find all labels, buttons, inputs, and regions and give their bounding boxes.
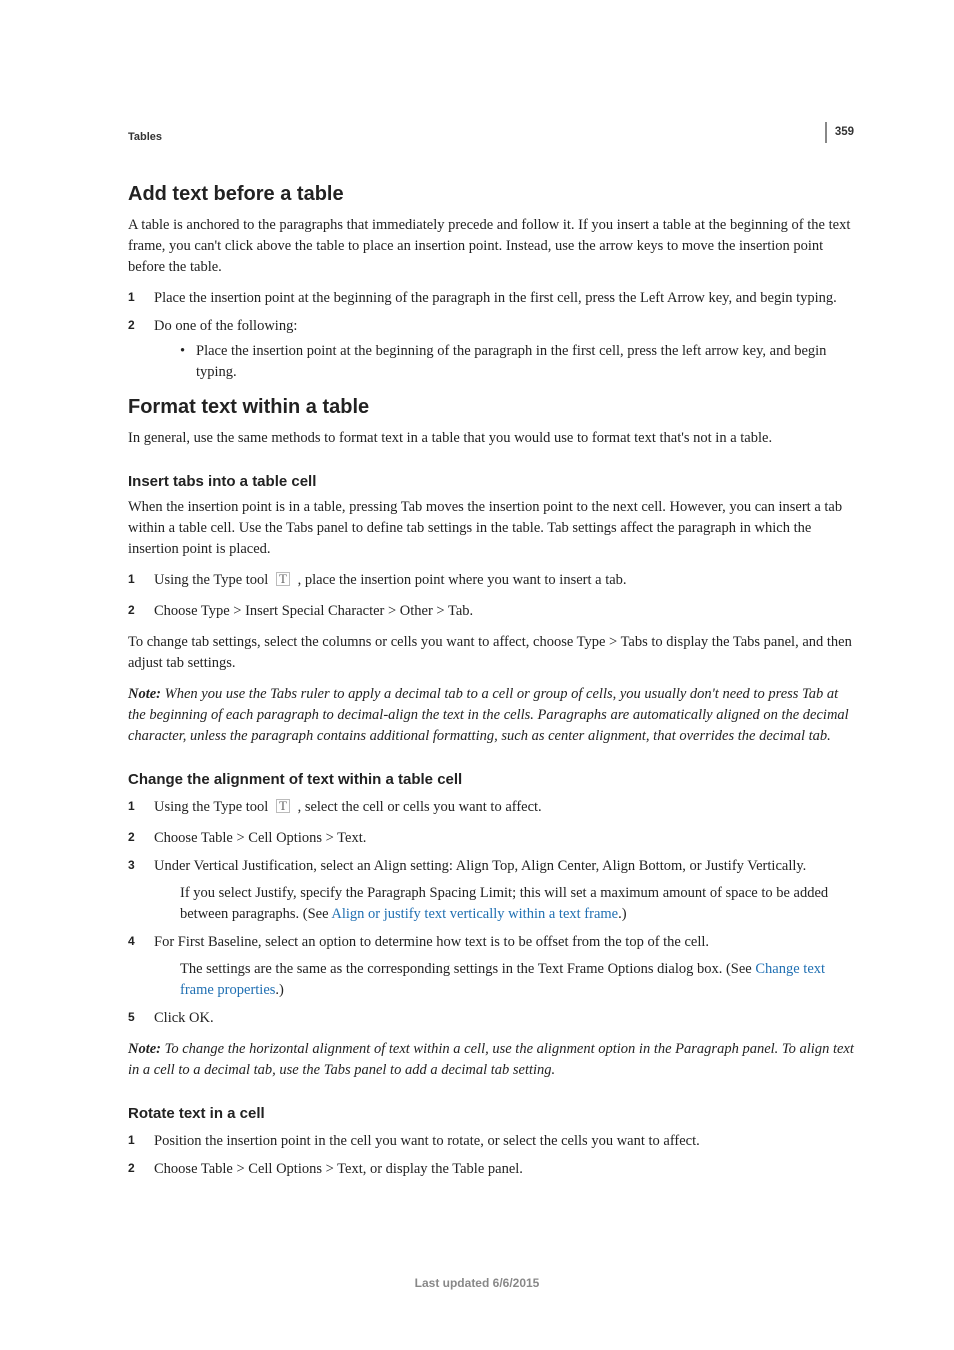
sub-bullets: Place the insertion point at the beginni… — [180, 341, 854, 383]
body-text: In general, use the same methods to form… — [128, 428, 854, 449]
step-item: 5 Click OK. — [128, 1008, 854, 1029]
heading-change-alignment: Change the alignment of text within a ta… — [128, 769, 854, 791]
body-text: When the insertion point is in a table, … — [128, 497, 854, 560]
heading-format-text-within-table: Format text within a table — [128, 393, 854, 422]
step-item: 4 For First Baseline, select an option to… — [128, 932, 854, 1001]
step-body: If you select Justify, specify the Parag… — [180, 883, 854, 925]
step-item: 2 Choose Type > Insert Special Character … — [128, 601, 854, 622]
note-label: Note: — [128, 1041, 165, 1057]
step-text: Choose Table > Cell Options > Text, or d… — [154, 1161, 523, 1177]
body-text: To change tab settings, select the colum… — [128, 632, 854, 674]
step-number: 2 — [128, 317, 135, 334]
step-item: 2 Choose Table > Cell Options > Text. — [128, 828, 854, 849]
step-number: 1 — [128, 1132, 135, 1149]
step-number: 1 — [128, 571, 135, 588]
step-number: 4 — [128, 933, 135, 950]
step-number: 3 — [128, 857, 135, 874]
heading-rotate-text: Rotate text in a cell — [128, 1103, 854, 1125]
note-label: Note: — [128, 686, 165, 702]
svg-text:T: T — [279, 571, 287, 586]
page-number: 359 — [825, 122, 854, 143]
step-item: 1 Using the Type tool T , select the cell… — [128, 797, 854, 821]
step-item: 2 Do one of the following: Place the inse… — [128, 316, 854, 383]
step-text: , place the insertion point where you wa… — [294, 572, 627, 588]
type-tool-icon: T — [275, 798, 291, 821]
step-text: , select the cell or cells you want to a… — [294, 799, 542, 815]
step-number: 1 — [128, 289, 135, 306]
ordered-steps: 1 Position the insertion point in the cel… — [128, 1131, 854, 1180]
step-number: 1 — [128, 798, 135, 815]
step-number: 2 — [128, 829, 135, 846]
step-item: 1 Place the insertion point at the beginn… — [128, 288, 854, 309]
step-number: 2 — [128, 602, 135, 619]
ordered-steps: 1 Place the insertion point at the beginn… — [128, 288, 854, 383]
step-text: Choose Type > Insert Special Character >… — [154, 603, 473, 619]
svg-text:T: T — [279, 798, 287, 813]
breadcrumb: Tables — [128, 130, 854, 146]
step-text: Do one of the following: — [154, 318, 297, 334]
heading-insert-tabs: Insert tabs into a table cell — [128, 471, 854, 493]
type-tool-icon: T — [275, 571, 291, 594]
link-align-justify-vertically[interactable]: Align or justify text vertically within … — [331, 906, 618, 922]
step-text: Under Vertical Justification, select an … — [154, 858, 806, 874]
body-text: A table is anchored to the paragraphs th… — [128, 215, 854, 278]
document-page: 359 Tables Add text before a table A tab… — [0, 0, 954, 1350]
step-item: 1 Using the Type tool T , place the inser… — [128, 570, 854, 594]
step-body: The settings are the same as the corresp… — [180, 959, 854, 1001]
step-item: 3 Under Vertical Justification, select an… — [128, 856, 854, 925]
ordered-steps: 1 Using the Type tool T , select the cell… — [128, 797, 854, 1029]
step-number: 2 — [128, 1160, 135, 1177]
step-text: Using the Type tool — [154, 572, 272, 588]
step-text: Position the insertion point in the cell… — [154, 1133, 700, 1149]
note: Note: When you use the Tabs ruler to app… — [128, 684, 854, 747]
note: Note: To change the horizontal alignment… — [128, 1039, 854, 1081]
heading-add-text-before-table: Add text before a table — [128, 180, 854, 209]
step-text: Place the insertion point at the beginni… — [154, 290, 837, 306]
body-text: .) — [618, 906, 626, 922]
note-body: To change the horizontal alignment of te… — [128, 1041, 854, 1078]
note-body: When you use the Tabs ruler to apply a d… — [128, 686, 849, 744]
step-text: For First Baseline, select an option to … — [154, 934, 709, 950]
body-text: .) — [275, 982, 283, 998]
step-item: 2 Choose Table > Cell Options > Text, or … — [128, 1159, 854, 1180]
step-number: 5 — [128, 1009, 135, 1026]
body-text: The settings are the same as the corresp… — [180, 961, 755, 977]
bullet-item: Place the insertion point at the beginni… — [180, 341, 854, 383]
step-text: Click OK. — [154, 1010, 214, 1026]
footer-last-updated: Last updated 6/6/2015 — [0, 1275, 954, 1292]
ordered-steps: 1 Using the Type tool T , place the inser… — [128, 570, 854, 622]
step-item: 1 Position the insertion point in the cel… — [128, 1131, 854, 1152]
step-text: Using the Type tool — [154, 799, 272, 815]
bullet-text: Place the insertion point at the beginni… — [196, 343, 826, 380]
step-text: Choose Table > Cell Options > Text. — [154, 830, 366, 846]
